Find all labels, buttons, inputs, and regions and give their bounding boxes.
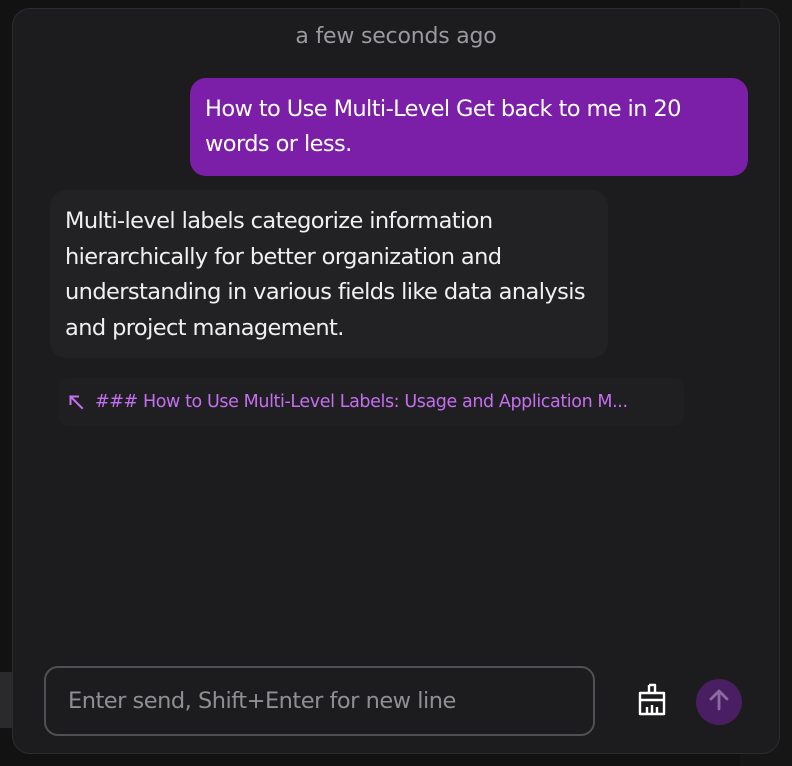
message-input-container[interactable] [44,666,595,736]
message-input[interactable] [68,688,593,714]
arrow-up-left-icon [67,393,85,411]
source-link-text: ### How to Use Multi-Level Labels: Usage… [95,392,628,412]
broom-icon [634,682,670,722]
arrow-up-icon [706,687,732,717]
clear-chat-button[interactable] [630,680,674,724]
send-button[interactable] [696,679,742,725]
user-message-bubble: How to Use Multi-Level Get back to me in… [190,78,748,176]
source-reference-link[interactable]: ### How to Use Multi-Level Labels: Usage… [58,378,684,426]
message-timestamp: a few seconds ago [295,24,497,49]
assistant-message-bubble: Multi-level labels categorize informatio… [50,190,608,358]
